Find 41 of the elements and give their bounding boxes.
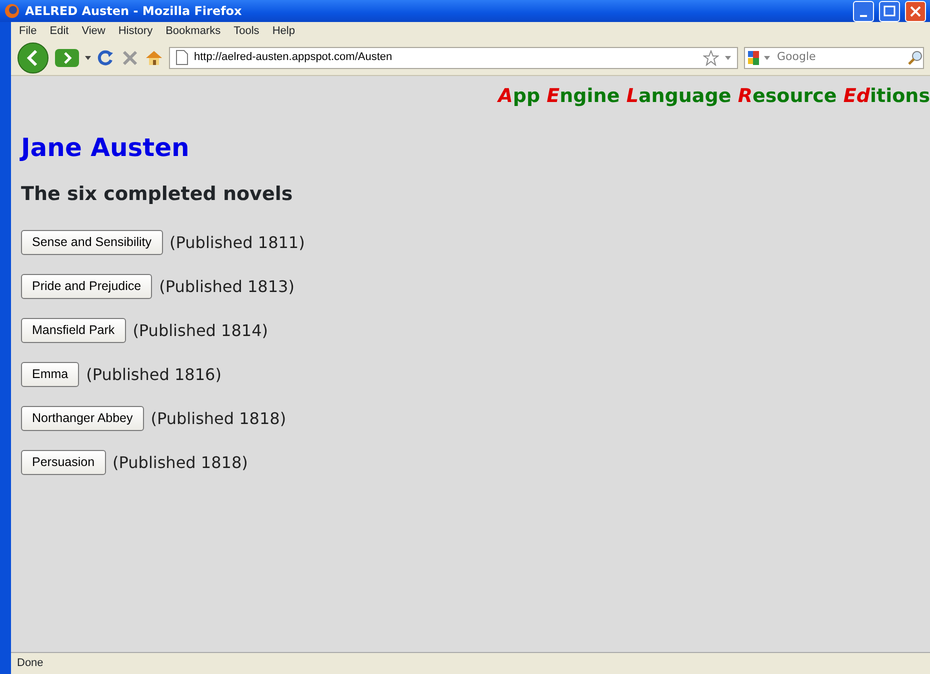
page-icon [176, 50, 188, 65]
minimize-icon [860, 14, 867, 16]
menu-item[interactable]: Bookmarks [166, 22, 221, 40]
publication-year: (Published 1818) [150, 408, 286, 430]
menu-item[interactable]: Edit [50, 22, 69, 40]
publication-year: (Published 1816) [86, 364, 222, 386]
home-icon[interactable] [145, 49, 163, 66]
close-button[interactable] [905, 0, 926, 22]
publication-year: (Published 1818) [112, 452, 248, 474]
dropdown-caret-icon[interactable] [85, 56, 91, 60]
page-heading: Jane Austen [21, 132, 190, 164]
maximize-button[interactable] [879, 0, 900, 22]
back-button[interactable] [17, 42, 49, 74]
menu-item[interactable]: History [118, 22, 153, 40]
window-title: AELRED Austen - Mozilla Firefox [25, 3, 242, 20]
menu-item[interactable]: Help [272, 22, 295, 40]
novel-button[interactable]: Emma [21, 362, 80, 387]
novel-button[interactable]: Northanger Abbey [21, 406, 144, 431]
firefox-logo-icon [4, 3, 20, 19]
dropdown-caret-icon[interactable] [725, 56, 731, 60]
novel-button[interactable]: Persuasion [21, 450, 106, 475]
section-heading: The six completed novels [21, 182, 294, 207]
site-tagline: App Engine Language Resource Editions [496, 84, 930, 109]
reload-icon[interactable] [97, 48, 115, 66]
menu-item[interactable]: View [82, 22, 106, 40]
maximize-icon [882, 4, 897, 18]
novel-button[interactable]: Mansfield Park [21, 318, 126, 343]
menu-item[interactable]: File [19, 22, 37, 40]
novel-button[interactable]: Sense and Sensibility [21, 230, 163, 255]
novel-button[interactable]: Pride and Prejudice [21, 274, 152, 299]
publication-year: (Published 1811) [170, 232, 305, 254]
close-icon [908, 4, 923, 18]
search-box[interactable]: Google [744, 46, 924, 68]
search-icon[interactable] [907, 50, 923, 66]
minimize-button[interactable] [853, 0, 874, 22]
publication-year: (Published 1814) [132, 320, 268, 342]
menu-item[interactable]: Tools [234, 22, 260, 40]
status-text: Done [11, 652, 930, 674]
star-icon[interactable] [703, 50, 719, 66]
publication-year: (Published 1813) [159, 276, 294, 298]
address-bar[interactable]: http://aelred-austen.appspot.com/Austen [169, 46, 738, 68]
